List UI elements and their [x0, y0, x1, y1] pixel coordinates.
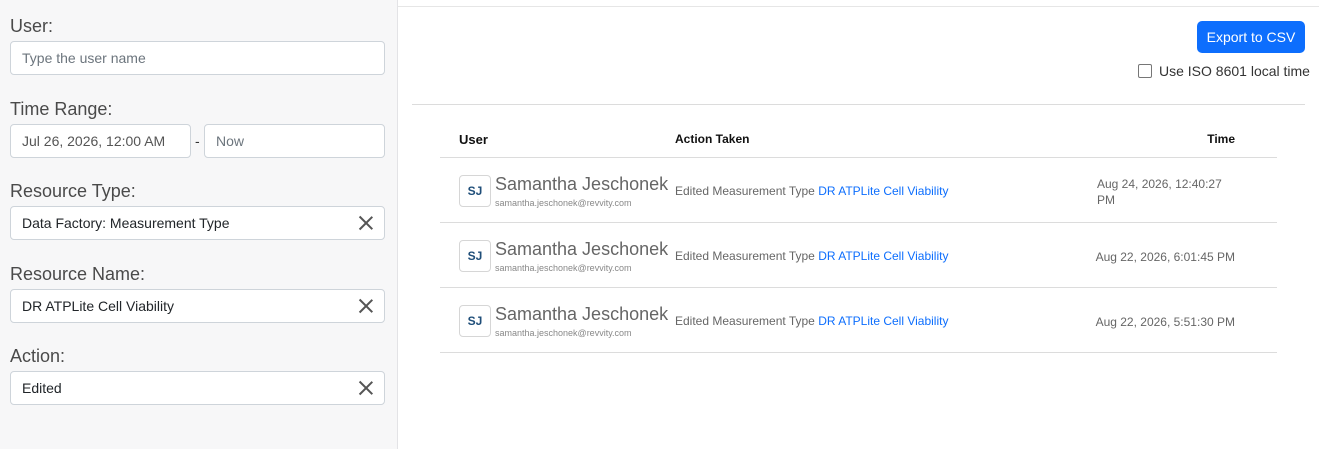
- iso-8601-label: Use ISO 8601 local time: [1159, 63, 1310, 79]
- action-text: Edited Measurement Type: [675, 314, 819, 328]
- column-header-action: Action Taken: [675, 132, 750, 146]
- user-name: Samantha Jeschonek: [495, 304, 669, 324]
- table-row: SJ Samantha Jeschonek samantha.jeschonek…: [440, 223, 1277, 288]
- action-taken: Edited Measurement Type DR ATPLite Cell …: [675, 314, 948, 328]
- time-range-start-input[interactable]: Jul 26, 2026, 12:00 AM: [10, 124, 191, 158]
- time-range-label: Time Range:: [10, 99, 113, 119]
- event-time: Aug 22, 2026, 5:51:30 PM: [1095, 315, 1235, 329]
- time-range-separator: -: [195, 133, 200, 149]
- user-filter-input[interactable]: Type the user name: [10, 41, 385, 75]
- iso-8601-toggle[interactable]: Use ISO 8601 local time: [1138, 63, 1310, 79]
- action-filter-select[interactable]: Edited: [10, 371, 385, 405]
- table-header: User Action Taken Time: [440, 120, 1277, 158]
- resource-link[interactable]: DR ATPLite Cell Viability: [818, 184, 948, 198]
- event-time: Aug 24, 2026, 12:40:27 PM: [1097, 177, 1222, 207]
- user-email: samantha.jeschonek@revvity.com: [495, 263, 632, 273]
- column-header-user: User: [459, 132, 488, 147]
- filter-sidebar: User: Type the user name Time Range: Jul…: [0, 0, 398, 449]
- resource-name-label: Resource Name:: [10, 264, 146, 284]
- table-row: SJ Samantha Jeschonek samantha.jeschonek…: [440, 288, 1277, 353]
- time-range-end-placeholder: Now: [216, 133, 245, 149]
- iso-8601-checkbox[interactable]: [1138, 64, 1152, 78]
- audit-log-page: User: Type the user name Time Range: Jul…: [0, 0, 1319, 449]
- user-name: Samantha Jeschonek: [495, 239, 669, 259]
- resource-name-value: DR ATPLite Cell Viability: [22, 298, 174, 314]
- resource-name-select[interactable]: DR ATPLite Cell Viability: [10, 289, 385, 323]
- resource-type-value: Data Factory: Measurement Type: [22, 215, 230, 231]
- user-name: Samantha Jeschonek: [495, 174, 669, 194]
- resource-link[interactable]: DR ATPLite Cell Viability: [818, 249, 948, 263]
- action-filter-value: Edited: [22, 380, 62, 396]
- avatar: SJ: [459, 175, 491, 207]
- user-email: samantha.jeschonek@revvity.com: [495, 328, 632, 338]
- table-row: SJ Samantha Jeschonek samantha.jeschonek…: [440, 158, 1277, 223]
- time-range-end-input[interactable]: Now: [204, 124, 385, 158]
- user-filter-label: User:: [10, 16, 54, 36]
- clear-action-icon[interactable]: [357, 379, 375, 397]
- header-divider: [412, 104, 1305, 105]
- avatar: SJ: [459, 240, 491, 272]
- column-header-time: Time: [1207, 132, 1235, 146]
- avatar: SJ: [459, 305, 491, 337]
- time-range-start-value: Jul 26, 2026, 12:00 AM: [22, 133, 166, 149]
- action-taken: Edited Measurement Type DR ATPLite Cell …: [675, 184, 948, 198]
- export-to-csv-button[interactable]: Export to CSV: [1197, 21, 1305, 53]
- clear-resource-name-icon[interactable]: [357, 297, 375, 315]
- resource-type-select[interactable]: Data Factory: Measurement Type: [10, 206, 385, 240]
- action-text: Edited Measurement Type: [675, 184, 819, 198]
- event-time: Aug 22, 2026, 6:01:45 PM: [1095, 250, 1235, 264]
- resource-type-label: Resource Type:: [10, 181, 136, 201]
- user-email: samantha.jeschonek@revvity.com: [495, 198, 632, 208]
- user-filter-placeholder: Type the user name: [22, 50, 146, 66]
- top-divider: [398, 6, 1319, 7]
- action-text: Edited Measurement Type: [675, 249, 819, 263]
- clear-resource-type-icon[interactable]: [357, 214, 375, 232]
- audit-log-table: User Action Taken Time SJ Samantha Jesch…: [440, 120, 1277, 353]
- action-filter-label: Action:: [10, 346, 66, 366]
- action-taken: Edited Measurement Type DR ATPLite Cell …: [675, 249, 948, 263]
- resource-link[interactable]: DR ATPLite Cell Viability: [818, 314, 948, 328]
